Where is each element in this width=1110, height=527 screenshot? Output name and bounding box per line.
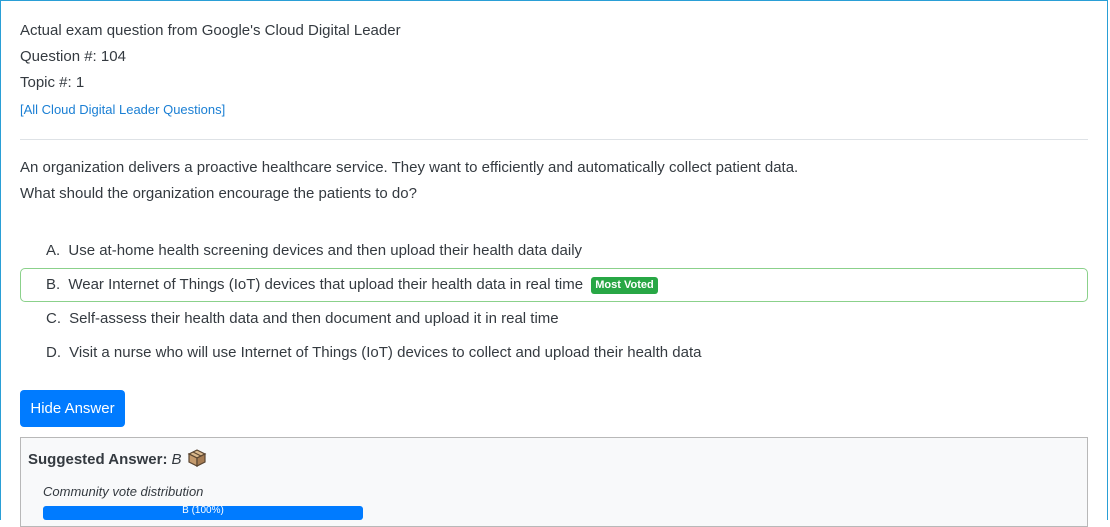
most-voted-badge: Most Voted	[591, 277, 658, 294]
choice-b[interactable]: B. Wear Internet of Things (IoT) devices…	[20, 268, 1088, 302]
choice-text: Use at-home health screening devices and…	[68, 242, 583, 259]
all-questions-link[interactable]: [All Cloud Digital Leader Questions]	[20, 100, 225, 120]
topic-number: Topic #: 1	[20, 74, 85, 91]
vote-distribution-label: Community vote distribution	[43, 484, 204, 499]
vote-distribution-bar: B (100%)	[43, 506, 363, 520]
choice-a[interactable]: A. Use at-home health screening devices …	[20, 234, 1088, 268]
hide-answer-button[interactable]: Hide Answer	[20, 390, 125, 427]
suggested-answer-label: Suggested Answer:	[28, 451, 168, 468]
choice-letter: D.	[46, 344, 61, 361]
vote-bar-segment-b: B (100%)	[43, 506, 363, 520]
choice-text: Self-assess their health data and then d…	[69, 310, 559, 327]
choice-letter: B.	[46, 276, 61, 293]
choice-text: Wear Internet of Things (IoT) devices th…	[68, 276, 584, 293]
suggested-answer: Suggested Answer: B	[28, 448, 207, 475]
suggested-answer-value: B	[171, 451, 182, 468]
discussion-box-icon[interactable]	[187, 448, 207, 475]
question-number: Question #: 104	[20, 48, 126, 65]
divider	[20, 139, 1088, 140]
choice-letter: C.	[46, 310, 61, 327]
question-prompt: What should the organization encourage t…	[20, 185, 417, 202]
answer-panel: Suggested Answer: B Community vote distri…	[20, 437, 1088, 527]
choice-letter: A.	[46, 242, 61, 259]
question-text: An organization delivers a proactive hea…	[20, 159, 799, 176]
choice-c[interactable]: C. Self-assess their health data and the…	[20, 302, 1088, 336]
exam-title: Actual exam question from Google's Cloud…	[20, 22, 401, 39]
choice-text: Visit a nurse who will use Internet of T…	[69, 344, 702, 361]
choice-d[interactable]: D. Visit a nurse who will use Internet o…	[20, 336, 1088, 370]
